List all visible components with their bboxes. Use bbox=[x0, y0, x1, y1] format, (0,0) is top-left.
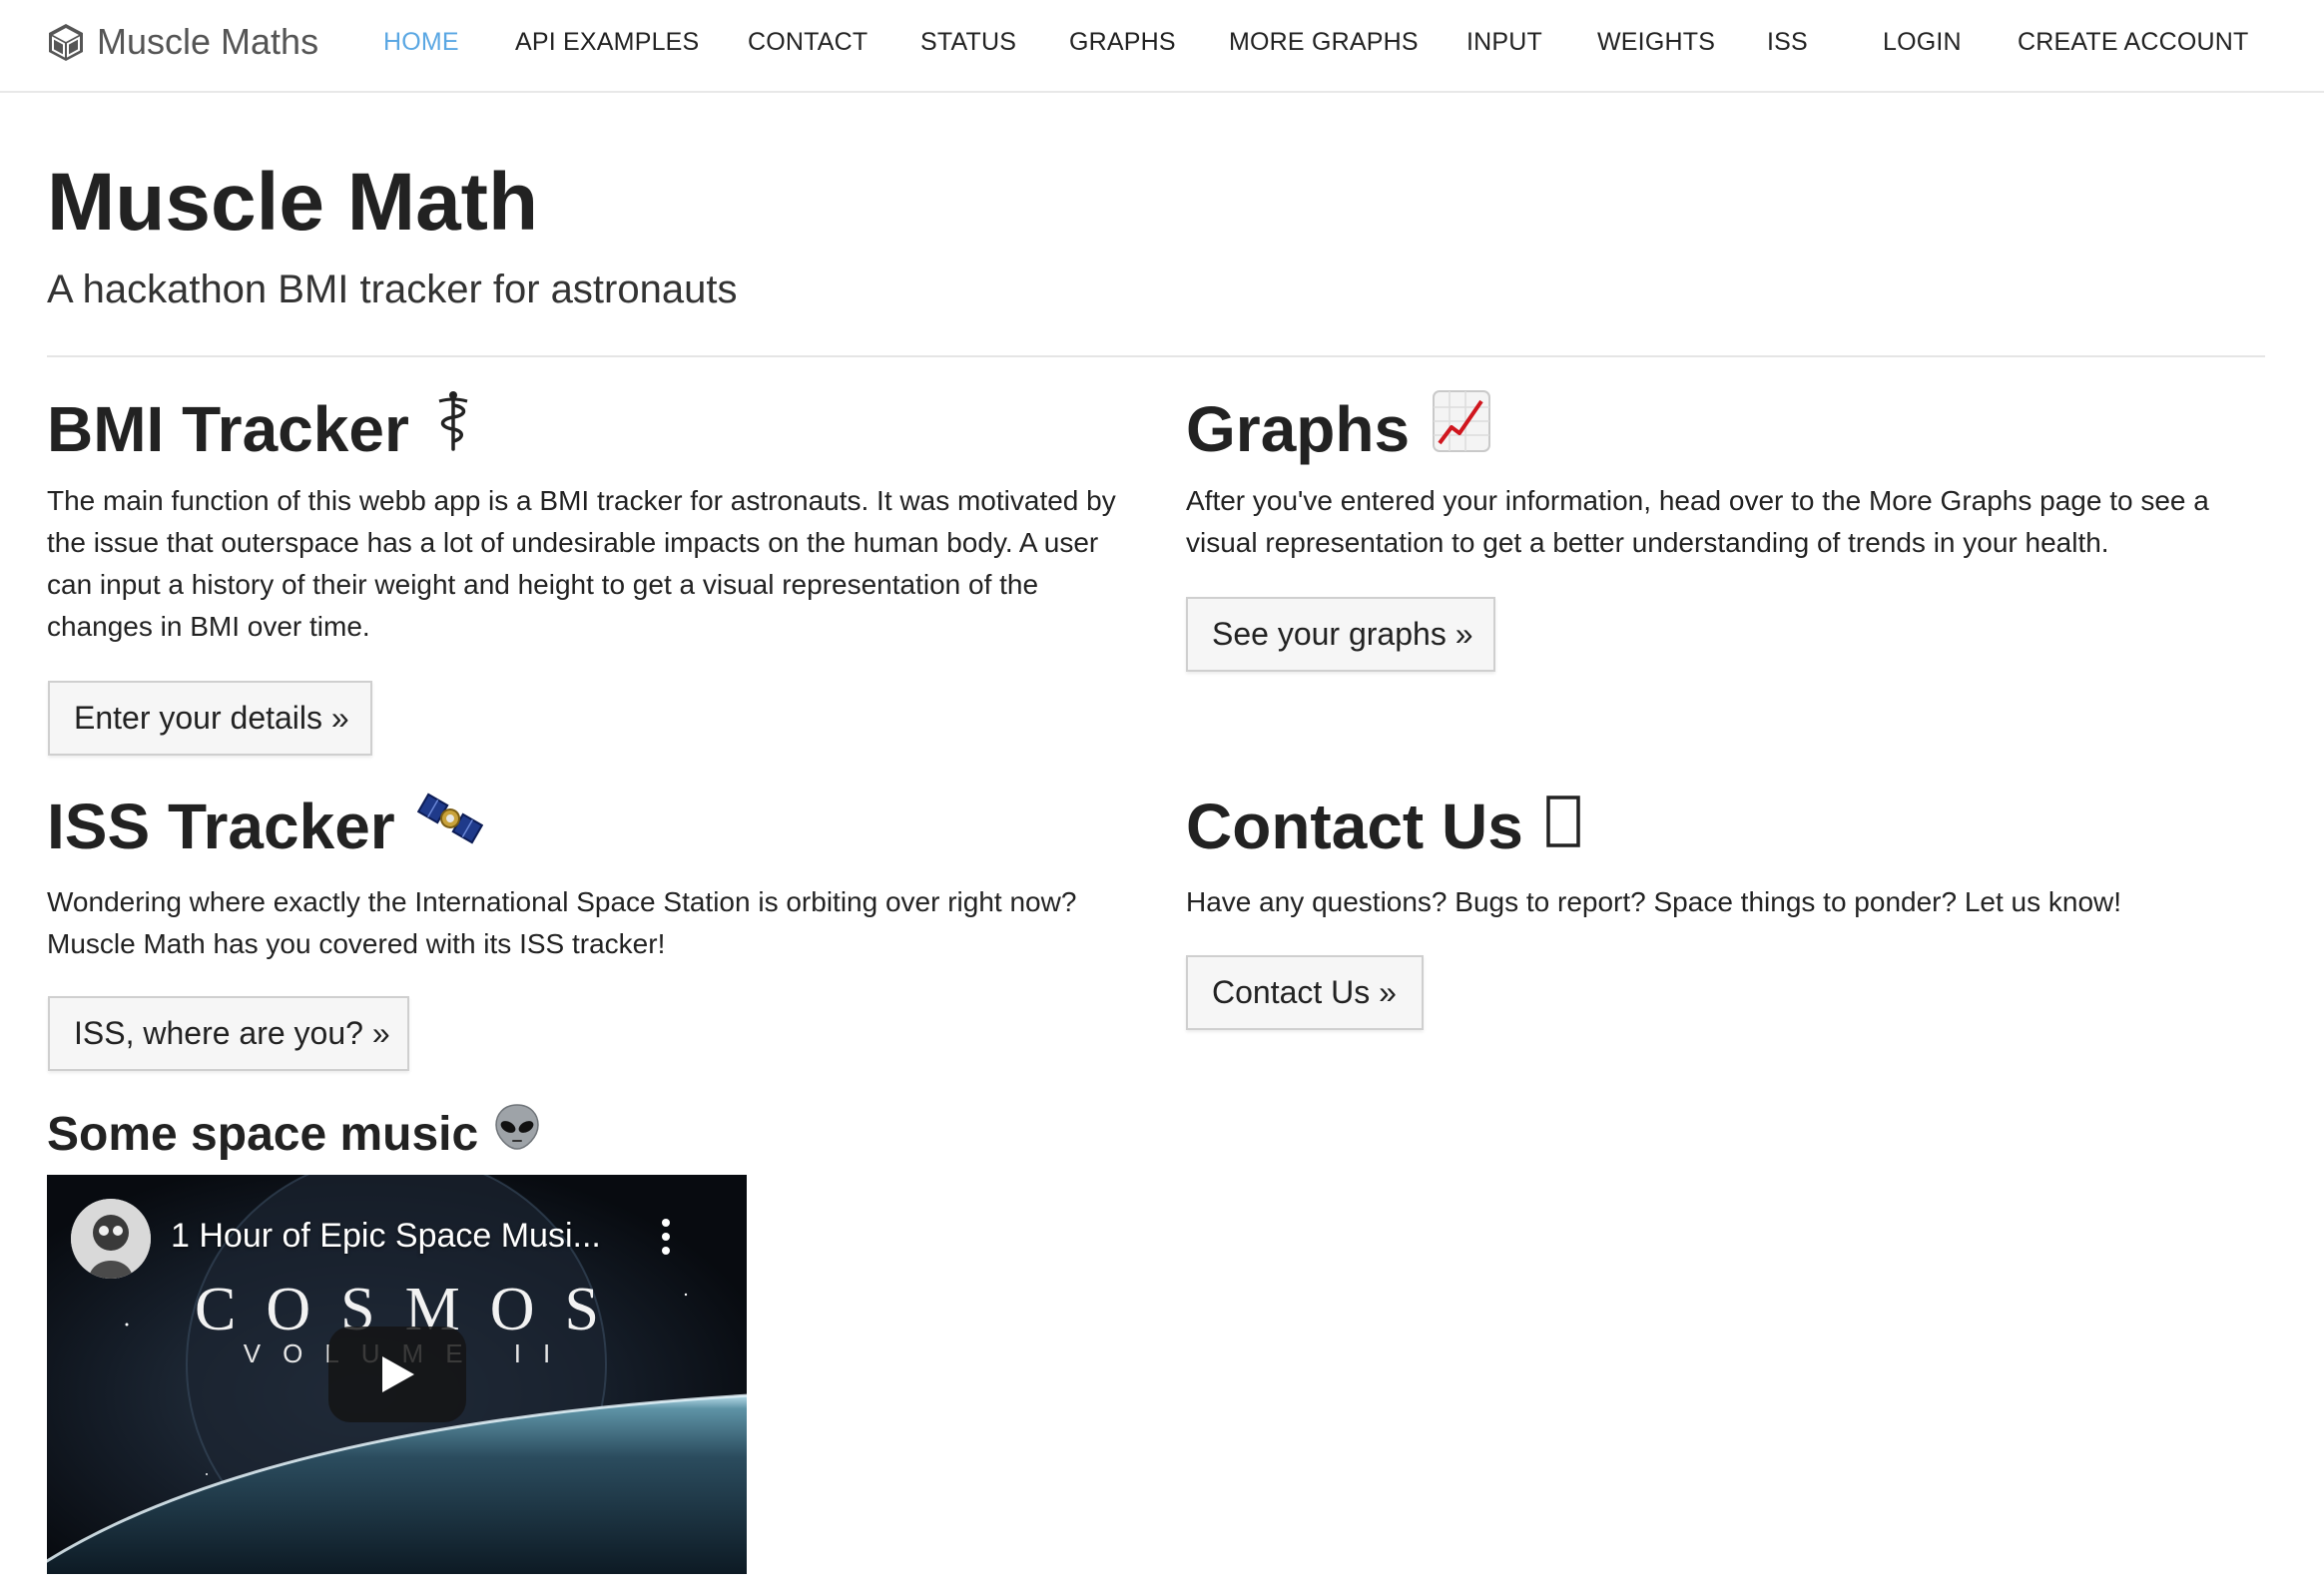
bmi-tracker-description: The main function of this webb app is a … bbox=[47, 485, 1116, 642]
video-title[interactable]: 1 Hour of Epic Space Musi... bbox=[171, 1217, 601, 1256]
enter-details-button[interactable]: Enter your details » bbox=[48, 681, 372, 756]
graphs-title: Graphs bbox=[1186, 393, 1411, 465]
play-icon bbox=[382, 1356, 414, 1392]
video-embed[interactable]: 1 Hour of Epic Space Musi... COSMOS VOLU… bbox=[47, 1175, 747, 1574]
iss-tracker-description: Wondering where exactly the Internationa… bbox=[47, 886, 1077, 959]
missing-glyph-icon bbox=[1545, 789, 1581, 864]
divider bbox=[47, 355, 2265, 357]
graphs-heading: Graphs bbox=[1186, 389, 1491, 469]
more-vertical-icon[interactable] bbox=[656, 1215, 676, 1259]
alien-icon bbox=[494, 1103, 540, 1166]
brand-link[interactable]: Muscle Maths bbox=[47, 18, 318, 66]
graphs-description: After you've entered your information, h… bbox=[1186, 485, 2209, 558]
chart-increasing-icon bbox=[1432, 389, 1491, 469]
satellite-icon bbox=[416, 789, 483, 864]
iss-where-button[interactable]: ISS, where are you? » bbox=[48, 996, 409, 1071]
nav-home[interactable]: HOME bbox=[383, 27, 459, 57]
space-music-title: Some space music bbox=[47, 1107, 479, 1161]
contact-us-button[interactable]: Contact Us » bbox=[1186, 955, 1424, 1030]
nav-status[interactable]: STATUS bbox=[920, 27, 1016, 57]
bmi-tracker-heading: BMI Tracker bbox=[47, 389, 475, 469]
contact-description: Have any questions? Bugs to report? Spac… bbox=[1186, 886, 2122, 917]
nav-weights[interactable]: WEIGHTS bbox=[1597, 27, 1715, 57]
nav-more-graphs[interactable]: MORE GRAPHS bbox=[1229, 27, 1419, 57]
iss-tracker-heading: ISS Tracker bbox=[47, 789, 483, 864]
iss-tracker-title: ISS Tracker bbox=[47, 791, 395, 862]
nav-api-examples[interactable]: API EXAMPLES bbox=[515, 27, 699, 57]
nav-iss[interactable]: ISS bbox=[1767, 27, 1808, 57]
contact-title: Contact Us bbox=[1186, 791, 1523, 862]
see-graphs-button[interactable]: See your graphs » bbox=[1186, 597, 1495, 672]
page-title: Muscle Math bbox=[47, 157, 539, 248]
nav-create-account[interactable]: CREATE ACCOUNT bbox=[2018, 27, 2249, 57]
medical-staff-icon bbox=[431, 389, 475, 469]
page-subtitle: A hackathon BMI tracker for astronauts bbox=[47, 267, 738, 311]
nav-input[interactable]: INPUT bbox=[1466, 27, 1542, 57]
nav-contact[interactable]: CONTACT bbox=[748, 27, 868, 57]
contact-heading: Contact Us bbox=[1186, 789, 1581, 864]
cube-icon bbox=[49, 24, 83, 61]
nav-login[interactable]: LOGIN bbox=[1883, 27, 1962, 57]
top-navbar: Muscle Maths HOME API EXAMPLES CONTACT S… bbox=[0, 0, 2324, 93]
bmi-tracker-title: BMI Tracker bbox=[47, 393, 409, 465]
nav-graphs[interactable]: GRAPHS bbox=[1069, 27, 1176, 57]
channel-avatar[interactable] bbox=[71, 1199, 151, 1279]
play-button[interactable] bbox=[328, 1327, 466, 1422]
space-music-heading: Some space music bbox=[47, 1103, 540, 1166]
brand-name: Muscle Maths bbox=[97, 21, 319, 62]
